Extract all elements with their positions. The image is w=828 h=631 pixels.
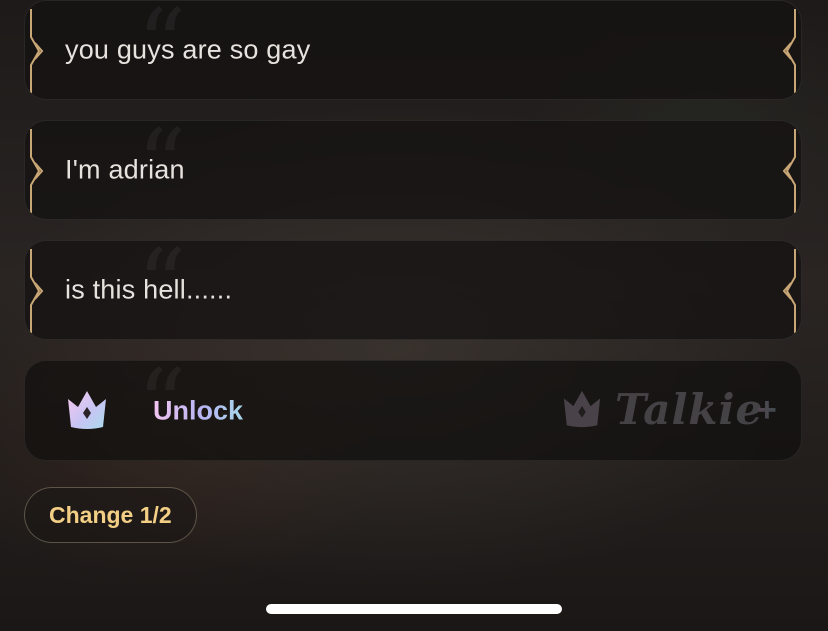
talkie-plus-watermark: Talkie + (561, 383, 791, 439)
crown-icon (563, 390, 601, 428)
reply-option-1[interactable]: “ you guys are so gay (24, 0, 802, 100)
ornate-frame-left-icon (30, 129, 44, 213)
reply-option-3[interactable]: “ is this hell...... (24, 240, 802, 340)
reply-option-text: is this hell...... (65, 274, 233, 305)
talkie-plus-sign: + (757, 391, 777, 429)
change-options-button[interactable]: Change 1/2 (24, 487, 197, 543)
ornate-frame-right-icon (782, 9, 796, 93)
unlock-option-button[interactable]: “ Unlock Talkie + (24, 360, 802, 461)
talkie-brand-text: Talkie (615, 385, 764, 434)
reply-option-text: you guys are so gay (65, 34, 311, 65)
reply-option-2[interactable]: “ I'm adrian (24, 120, 802, 220)
home-indicator[interactable] (266, 604, 562, 614)
ornate-frame-right-icon (782, 129, 796, 213)
reply-option-text: I'm adrian (65, 154, 185, 185)
ornate-frame-left-icon (30, 249, 44, 333)
crown-icon (68, 391, 106, 429)
ornate-frame-left-icon (30, 8, 44, 93)
ornate-frame-right-icon (782, 249, 796, 333)
unlock-label: Unlock (153, 395, 244, 425)
